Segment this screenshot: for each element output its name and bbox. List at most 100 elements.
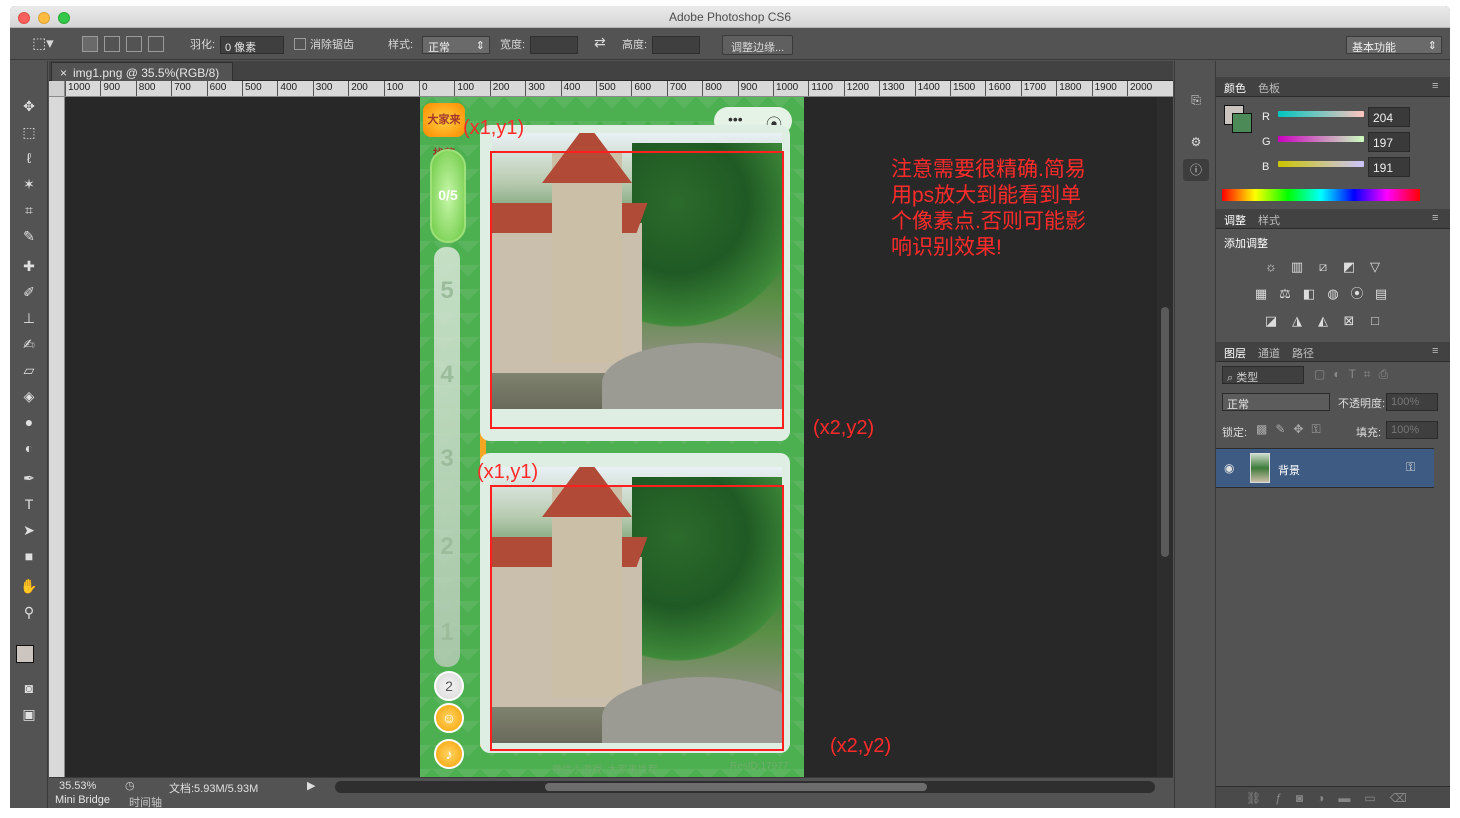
type-tool-icon[interactable]: T [18,493,40,515]
tab-paths[interactable]: 路径 [1292,345,1314,361]
foreground-color-swatch[interactable] [16,645,34,663]
tab-styles[interactable]: 样式 [1258,212,1280,228]
vertical-scrollbar[interactable] [1157,97,1173,777]
selective-color-icon[interactable]: □ [1366,313,1384,329]
tab-mini-bridge[interactable]: Mini Bridge [55,794,110,806]
panel-menu-icon[interactable]: ≡ [1432,345,1438,357]
brightness-icon[interactable]: ☼ [1262,259,1280,275]
height-input[interactable] [652,36,700,54]
paint-bucket-tool-icon[interactable]: ◈ [18,385,40,407]
feather-input[interactable]: 0 像素 [220,36,284,54]
subtract-selection-icon[interactable] [126,36,142,52]
hue-saturation-icon[interactable]: ▦ [1252,286,1270,302]
path-selection-tool-icon[interactable]: ➤ [18,519,40,541]
lasso-tool-icon[interactable]: ℓ [18,147,40,169]
dodge-tool-icon[interactable]: ◐ [18,437,40,459]
zoom-level[interactable]: 35.53% [59,780,96,792]
photo-filter-icon[interactable]: ◍ [1324,286,1342,302]
width-input[interactable] [530,36,578,54]
b-slider[interactable] [1278,161,1364,167]
vertical-scroll-thumb[interactable] [1161,307,1169,557]
ruler-tick: 800 [702,81,722,96]
threshold-icon[interactable]: ◭ [1314,313,1332,329]
close-tab-icon[interactable]: × [60,66,67,80]
layer-thumbnail [1250,453,1270,483]
color-spectrum-bar[interactable] [1222,189,1420,201]
workspace-select[interactable]: 基本功能 ⇕ [1346,36,1442,54]
tab-adjustments[interactable]: 调整 [1224,212,1246,228]
posterize-icon[interactable]: ◮ [1288,313,1306,329]
intersect-selection-icon[interactable] [148,36,164,52]
antialias-checkbox[interactable] [294,38,306,50]
vibrance-icon[interactable]: ▽ [1366,259,1384,275]
lock-icons[interactable]: ▩✎✥⚿ [1256,422,1329,437]
eyedropper-tool-icon[interactable]: ✎ [18,225,40,247]
quick-mask-icon[interactable]: ◙ [18,677,40,699]
g-input[interactable]: 197 [1368,132,1410,152]
color-balance-icon[interactable]: ⚖ [1276,286,1294,302]
invert-icon[interactable]: ◪ [1262,313,1280,329]
exposure-icon[interactable]: ◩ [1340,259,1358,275]
black-white-icon[interactable]: ◧ [1300,286,1318,302]
b-input[interactable]: 191 [1368,157,1410,177]
magic-wand-tool-icon[interactable]: ✶ [18,173,40,195]
r-input[interactable]: 204 [1368,107,1410,127]
swap-arrows-icon[interactable]: ⇄ [594,34,606,51]
status-menu-arrow-icon[interactable]: ▶ [307,779,315,792]
select-arrows-icon: ⇕ [475,40,485,52]
document-tab[interactable]: × img1.png @ 35.5%(RGB/8) [51,62,233,81]
rectangle-tool-icon[interactable]: ■ [18,545,40,567]
history-brush-tool-icon[interactable]: ✍ [18,333,40,355]
horizontal-scrollbar[interactable] [335,781,1155,793]
style-select[interactable]: 正常 ⇕ [422,36,490,54]
crop-tool-icon[interactable]: ⌗ [18,199,40,221]
clone-stamp-tool-icon[interactable]: ⊥ [18,307,40,329]
marquee-tool-icon[interactable]: ⬚ [18,121,40,143]
levels-icon[interactable]: ▥ [1288,259,1306,275]
tab-timeline[interactable]: 时间轴 [129,794,162,808]
g-label: G [1262,136,1271,148]
panel-menu-icon[interactable]: ≡ [1432,80,1438,92]
blur-tool-icon[interactable]: ● [18,411,40,433]
g-slider[interactable] [1278,136,1364,142]
layer-row-background[interactable]: ◉ 背景 ⚿ [1216,448,1434,488]
layer-filter-icons[interactable]: ▢◐T⌗⎙ [1314,367,1396,382]
tab-layers[interactable]: 图层 [1224,345,1246,361]
r-slider[interactable] [1278,111,1364,117]
layer-name[interactable]: 背景 [1278,462,1300,478]
properties-panel-icon[interactable]: ⚙ [1183,131,1209,153]
curves-icon[interactable]: ⧄ [1314,259,1332,275]
opacity-input[interactable]: 100% [1386,393,1438,411]
marquee-preset-icon[interactable]: ⬚▾ [32,34,54,52]
fill-input[interactable]: 100% [1386,421,1438,439]
tab-channels[interactable]: 通道 [1258,345,1280,361]
blend-mode-select[interactable]: 正常 [1222,393,1330,411]
add-selection-icon[interactable] [104,36,120,52]
gradient-map-icon[interactable]: ⊠ [1340,313,1358,329]
screen-mode-icon[interactable]: ▣ [18,703,40,725]
info-panel-icon[interactable]: ⓘ [1183,159,1209,181]
canvas[interactable]: 大家来找茬 0/5 5 4 3 2 1 2 ☺ ♪ ••• ⦿ [65,97,1157,777]
hand-tool-icon[interactable]: ✋ [18,575,40,597]
history-panel-icon[interactable]: ⎘ [1183,89,1209,111]
layer-filter-select[interactable]: ⌕ 类型 [1222,366,1304,384]
new-selection-icon[interactable] [82,36,98,52]
panel-menu-icon[interactable]: ≡ [1432,212,1438,224]
horizontal-scroll-thumb[interactable] [545,783,927,791]
pen-tool-icon[interactable]: ✒ [18,467,40,489]
color-lookup-icon[interactable]: ▤ [1372,286,1390,302]
channel-mixer-icon[interactable]: ⦿ [1348,286,1366,302]
background-color-preview[interactable] [1232,113,1252,133]
level-number: 3 [440,445,454,472]
tab-swatches[interactable]: 色板 [1258,80,1280,96]
refine-edge-button[interactable]: 调整边缘... [722,35,794,55]
layer-action-icons[interactable]: ⛓ƒ◙◑▬▭⌫ [1246,791,1421,805]
brush-tool-icon[interactable]: ✐ [18,281,40,303]
zoom-tool-icon[interactable]: ⚲ [18,601,40,623]
visibility-eye-icon[interactable]: ◉ [1224,461,1234,475]
eraser-tool-icon[interactable]: ▱ [18,359,40,381]
move-tool-icon[interactable]: ✥ [18,95,40,117]
status-info-icon[interactable]: ◷ [125,779,135,792]
healing-brush-tool-icon[interactable]: ✚ [18,255,40,277]
tab-color[interactable]: 颜色 [1224,80,1246,96]
